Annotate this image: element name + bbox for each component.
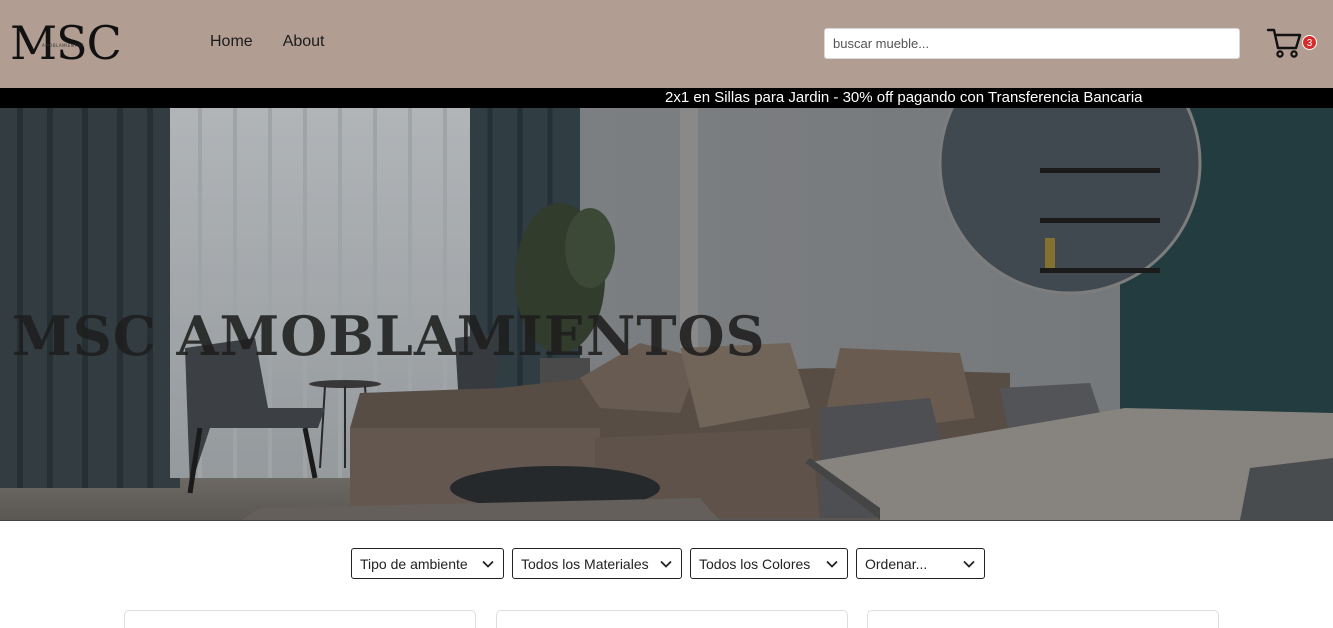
nav-home[interactable]: Home <box>210 33 253 51</box>
filter-ambiente-select[interactable]: Tipo de ambiente <box>351 548 504 579</box>
promo-text: 2x1 en Sillas para Jardin - 30% off paga… <box>665 89 1143 106</box>
site-header: MSC AMOBLAMIENTOS Home About 3 <box>0 0 1333 88</box>
filter-colores-select[interactable]: Todos los Colores <box>690 548 848 579</box>
cart-count-badge: 3 <box>1302 35 1317 50</box>
product-card[interactable] <box>496 610 848 628</box>
chevron-down-icon <box>660 560 672 568</box>
logo[interactable]: MSC AMOBLAMIENTOS <box>10 18 130 68</box>
filter-materiales-label: Todos los Materiales <box>521 555 649 572</box>
filter-materiales-select[interactable]: Todos los Materiales <box>512 548 682 579</box>
filter-ordenar-label: Ordenar... <box>865 555 928 572</box>
hero-banner: MSC AMOBLAMIENTOS <box>0 108 1333 521</box>
filter-bar: Tipo de ambiente Todos los Materiales To… <box>351 548 985 579</box>
search-input[interactable] <box>824 28 1240 59</box>
logo-tagline: AMOBLAMIENTOS <box>42 43 84 48</box>
promo-bar: 2x1 en Sillas para Jardin - 30% off paga… <box>0 88 1333 108</box>
chevron-down-icon <box>963 560 975 568</box>
product-card[interactable] <box>124 610 476 628</box>
filter-ambiente-label: Tipo de ambiente <box>360 555 468 572</box>
main-nav: Home About <box>210 33 325 51</box>
hero-title: MSC AMOBLAMIENTOS <box>12 304 766 368</box>
cart-icon <box>1266 28 1302 58</box>
filter-ordenar-select[interactable]: Ordenar... <box>856 548 985 579</box>
chevron-down-icon <box>482 560 494 568</box>
cart-button[interactable]: 3 <box>1266 27 1320 61</box>
chevron-down-icon <box>826 560 838 568</box>
nav-about[interactable]: About <box>283 33 325 51</box>
product-card[interactable] <box>867 610 1219 628</box>
filter-colores-label: Todos los Colores <box>699 555 811 572</box>
